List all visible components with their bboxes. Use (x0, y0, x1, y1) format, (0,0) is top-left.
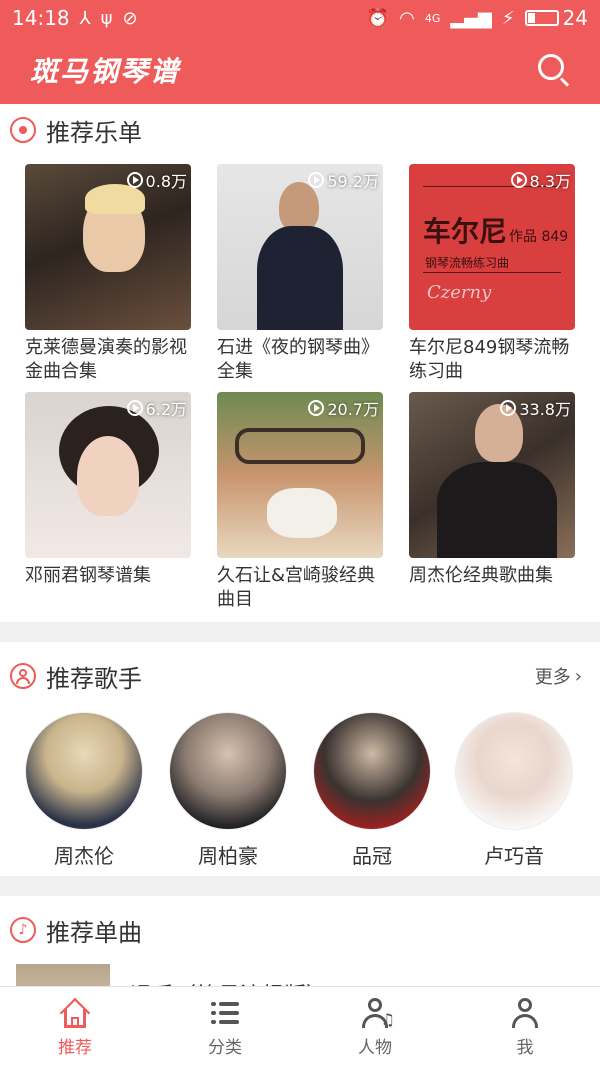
play-count: 59.2万 (308, 168, 379, 192)
section-divider (0, 622, 600, 642)
battery-indicator: 24 (524, 6, 588, 30)
section-title: 推荐歌手 (46, 664, 142, 693)
battery-percent: 24 (562, 6, 588, 30)
play-icon (126, 400, 143, 416)
status-bar: 14:18 ⅄ ψ ⊘ ⏰ ◠ 4G ▂▄▆ ⚡ 24 (0, 0, 600, 36)
section-title: 推荐单曲 (46, 918, 142, 947)
singer-item[interactable]: 周柏豪 (168, 712, 288, 869)
playlist-card[interactable]: 车尔尼 作品 849 钢琴流畅练习曲 Czerny 8.3万 车尔尼849钢琴流… (409, 164, 575, 384)
singer-name: 品冠 (352, 844, 392, 868)
playlist-title: 车尔尼849钢琴流畅练习曲 (409, 337, 570, 382)
user-icon (507, 997, 543, 1029)
chevron-right-icon: › (574, 665, 582, 687)
playlist-card[interactable]: 20.7万 久石让&宫崎骏经典曲目 (217, 392, 383, 612)
single-title: 退后（简易流畅版） (130, 978, 328, 986)
single-item[interactable]: 退后（简易流畅版） (16, 964, 328, 986)
playlist-cover: 6.2万 (25, 392, 191, 558)
app-header: 斑马钢琴谱 (0, 36, 600, 104)
single-thumb (16, 964, 110, 986)
singer-item[interactable]: 卢巧音 (454, 712, 574, 869)
playlist-card[interactable]: 0.8万 克莱德曼演奏的影视金曲合集 (25, 164, 191, 384)
section-title: 推荐乐单 (46, 118, 142, 147)
usb-debug-icon: ⅄ (79, 7, 91, 29)
play-icon (308, 172, 325, 188)
person-icon (10, 663, 36, 689)
recommended-playlists-section: 推荐乐单 0.8万 克莱德曼演奏的影视金曲合集 59.2万 石进《夜的钢琴曲》全… (0, 104, 600, 616)
recommended-singles-section: ♪ 推荐单曲 退后（简易流畅版） (0, 904, 600, 986)
playlist-cover: 车尔尼 作品 849 钢琴流畅练习曲 Czerny 8.3万 (409, 164, 575, 330)
play-count: 33.8万 (500, 396, 571, 420)
play-icon (308, 400, 325, 416)
signal-icon: ▂▄▆ (450, 7, 492, 29)
main-content[interactable]: 推荐乐单 0.8万 克莱德曼演奏的影视金曲合集 59.2万 石进《夜的钢琴曲》全… (0, 104, 600, 986)
singer-item[interactable]: 品冠 (312, 712, 432, 869)
playlist-title: 克莱德曼演奏的影视金曲合集 (25, 337, 187, 382)
wifi-icon: ◠ (399, 7, 415, 29)
tab-recommend[interactable]: 推荐 (0, 987, 150, 1067)
singer-item[interactable]: 周杰伦 (24, 712, 144, 869)
more-link[interactable]: 更多 › (535, 663, 590, 689)
charging-icon: ⚡ (501, 7, 515, 29)
singer-name: 周杰伦 (54, 844, 114, 868)
playlist-cover: 0.8万 (25, 164, 191, 330)
playlist-card[interactable]: 33.8万 周杰伦经典歌曲集 (409, 392, 575, 612)
play-count: 20.7万 (308, 396, 379, 420)
playlist-title: 石进《夜的钢琴曲》全集 (217, 337, 379, 382)
app-title: 斑马钢琴谱 (30, 55, 181, 88)
disc-icon (10, 117, 36, 143)
tab-bar: 推荐 分类 ♫ 人物 我 (0, 986, 600, 1067)
playlist-card[interactable]: 6.2万 邓丽君钢琴谱集 (25, 392, 191, 612)
person-music-icon: ♫ (357, 997, 395, 1029)
usb-icon: ψ (100, 7, 113, 29)
play-icon (126, 172, 143, 188)
section-divider (0, 876, 600, 896)
list-icon (207, 997, 243, 1029)
network-label: 4G (424, 11, 441, 25)
alarm-icon: ⏰ (366, 7, 390, 29)
search-icon[interactable] (534, 50, 574, 90)
music-note-icon: ♪ (10, 917, 36, 943)
playlist-card[interactable]: 59.2万 石进《夜的钢琴曲》全集 (217, 164, 383, 384)
avatar (169, 712, 287, 830)
home-icon (57, 997, 93, 1029)
play-icon (500, 400, 517, 416)
avatar (25, 712, 143, 830)
play-count: 8.3万 (510, 168, 571, 192)
avatar (455, 712, 573, 830)
play-count: 6.2万 (126, 396, 187, 420)
singer-name: 周柏豪 (198, 844, 258, 868)
play-count: 0.8万 (126, 168, 187, 192)
play-icon (510, 172, 527, 188)
playlist-cover: 59.2万 (217, 164, 383, 330)
clock: 14:18 (12, 6, 70, 30)
playlist-title: 久石让&宫崎骏经典曲目 (217, 565, 376, 610)
singer-name: 卢巧音 (484, 844, 544, 868)
avatar (313, 712, 431, 830)
recommended-singers-section: 推荐歌手 更多 › 周杰伦 周柏豪 品冠 卢巧音 (0, 650, 600, 882)
playlist-cover: 33.8万 (409, 392, 575, 558)
playlist-title: 邓丽君钢琴谱集 (25, 565, 151, 586)
sync-icon: ⊘ (122, 7, 138, 29)
tab-people[interactable]: ♫ 人物 (300, 987, 450, 1067)
playlist-title: 周杰伦经典歌曲集 (409, 565, 553, 586)
playlist-cover: 20.7万 (217, 392, 383, 558)
tab-category[interactable]: 分类 (150, 987, 300, 1067)
tab-me[interactable]: 我 (450, 987, 600, 1067)
